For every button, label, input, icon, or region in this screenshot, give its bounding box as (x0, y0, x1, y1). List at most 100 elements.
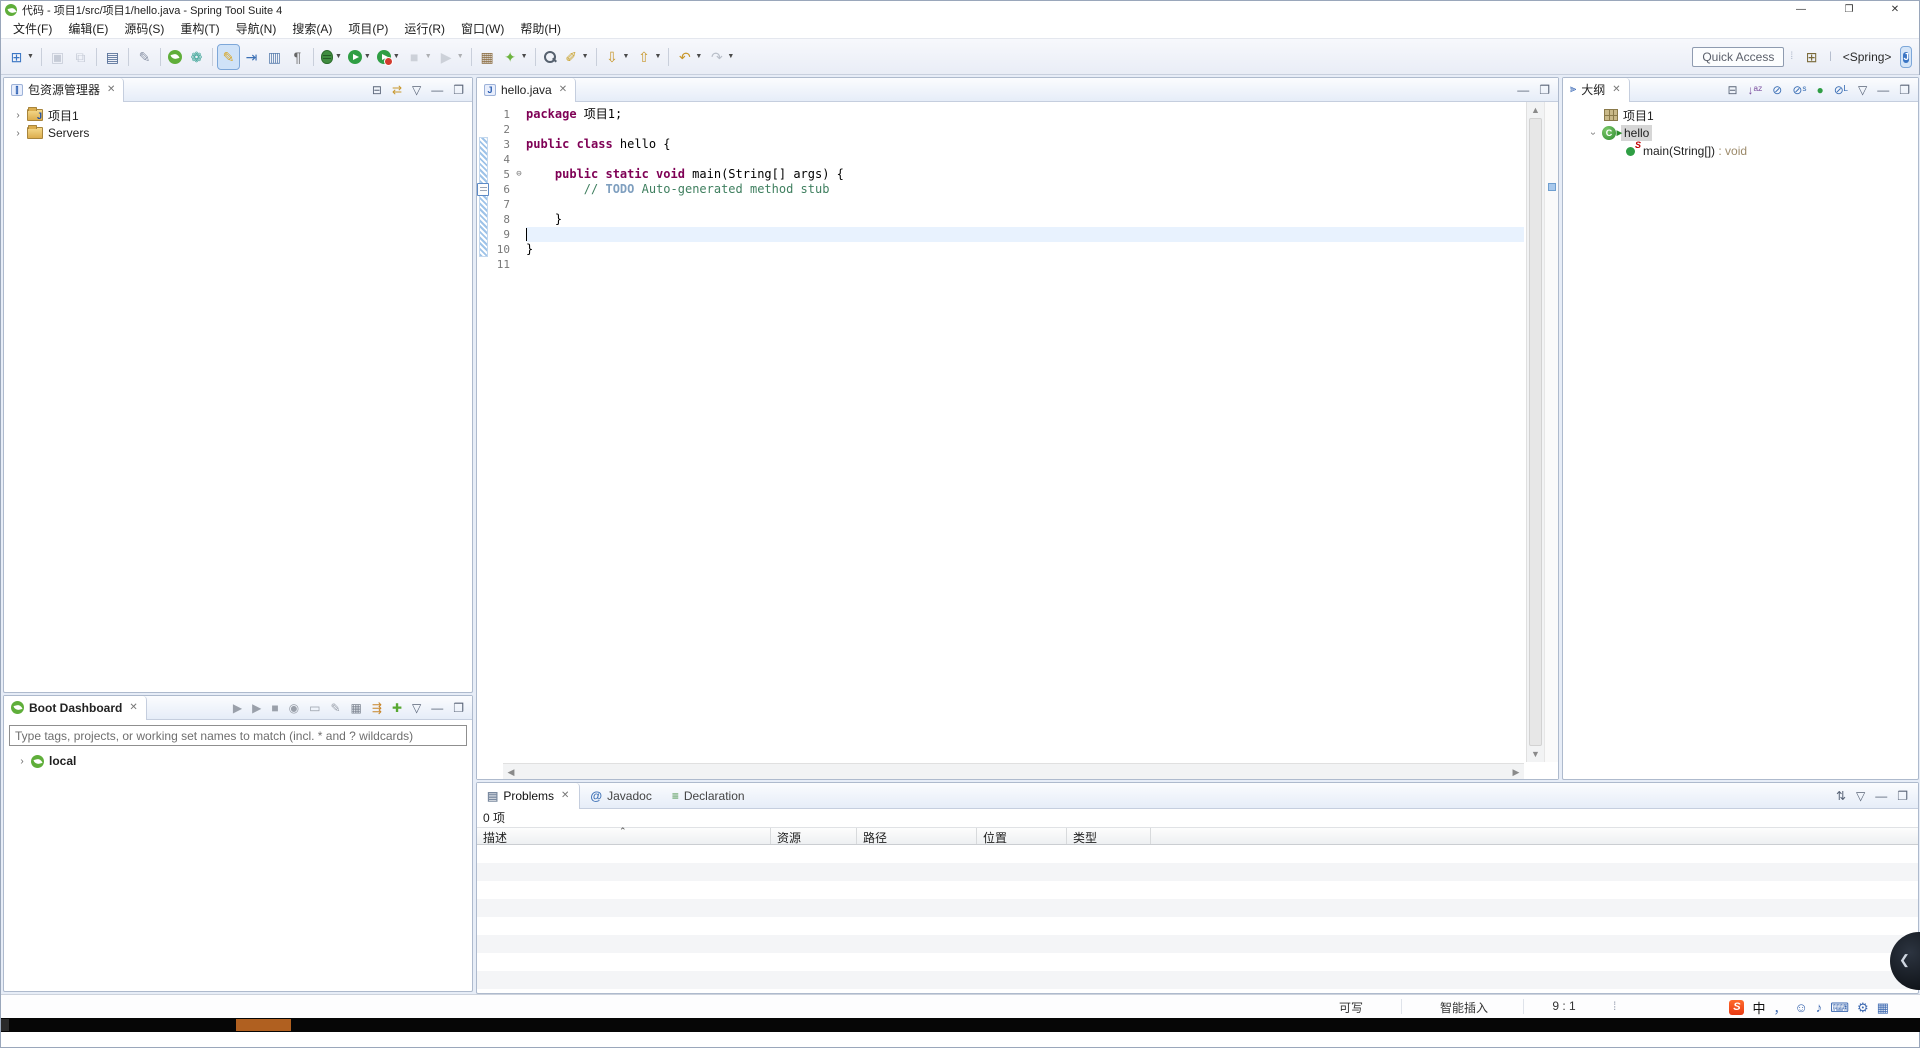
boot-devtools-button[interactable]: ❁ (186, 45, 207, 69)
table-row[interactable] (477, 917, 1918, 935)
code-line-3[interactable]: 3public class hello { (477, 137, 1524, 152)
sort-icon[interactable]: ↓ᵃᶻ (1748, 83, 1763, 97)
open-declaration-button[interactable]: ⇥ (241, 45, 262, 69)
dropdown-caret-icon[interactable]: ▼ (27, 53, 34, 60)
close-window-button[interactable]: ✕ (1873, 1, 1917, 19)
column-header-位置[interactable]: 位置 (977, 828, 1067, 844)
relaunch-button[interactable]: ▶▼ (436, 45, 466, 69)
code-line-9[interactable]: 9 (477, 227, 1524, 242)
close-icon[interactable]: ✕ (1612, 84, 1620, 95)
dropdown-caret-icon[interactable]: ▼ (393, 53, 400, 60)
search-button[interactable]: ✐▼ (561, 45, 591, 69)
column-header-路径[interactable]: 路径 (857, 828, 977, 844)
code-line-2[interactable]: 2 (477, 122, 1524, 137)
open-console-button[interactable]: ▭ (309, 701, 320, 715)
code-line-5[interactable]: 5⊖ public static void main(String[] args… (477, 167, 1524, 182)
tab-javadoc[interactable]: @Javadoc (580, 783, 661, 809)
dropdown-caret-icon[interactable]: ▼ (521, 53, 528, 60)
toolbox-icon[interactable]: ⚙ (1857, 1000, 1869, 1016)
scroll-up-icon[interactable]: ▲ (1527, 102, 1544, 118)
dropdown-caret-icon[interactable]: ▼ (457, 53, 464, 60)
horizontal-scrollbar[interactable]: ◀ ▶ (503, 763, 1524, 779)
tab-boot-dashboard[interactable]: Boot Dashboard ✕ (4, 696, 147, 720)
run-button[interactable]: ▼ (346, 45, 373, 69)
close-icon[interactable]: ✕ (107, 84, 115, 95)
show-whitespace-button[interactable]: ¶ (287, 45, 308, 69)
scrollbar-thumb[interactable] (1529, 118, 1542, 746)
dropdown-caret-icon[interactable]: ▼ (425, 53, 432, 60)
new-java-project-button[interactable]: ▦ (477, 45, 498, 69)
code-line-4[interactable]: 4 (477, 152, 1524, 167)
dropdown-caret-icon[interactable]: ▼ (364, 53, 371, 60)
tree-item-项目1[interactable]: ›J项目1 (4, 106, 472, 124)
table-row[interactable] (477, 953, 1918, 971)
table-row[interactable] (477, 863, 1918, 881)
tree-item-Servers[interactable]: ›Servers (4, 124, 472, 142)
dropdown-caret-icon[interactable]: ▼ (695, 53, 702, 60)
table-row[interactable] (477, 845, 1918, 863)
view-menu-icon[interactable]: ▽ (412, 701, 421, 715)
templates-button[interactable]: ▥ (264, 45, 285, 69)
minimize-icon[interactable]: — (1517, 83, 1529, 97)
minimize-icon[interactable]: — (1875, 789, 1887, 803)
view-menu-icon[interactable]: ▽ (1856, 789, 1865, 803)
chevron-right-icon[interactable]: › (10, 110, 26, 121)
tab-outline[interactable]: ⫸ 大纲 ✕ (1563, 78, 1630, 102)
menu-item-10[interactable]: 帮助(H) (512, 18, 569, 39)
code-line-1[interactable]: 1package 项目1; (477, 107, 1524, 122)
minimize-icon[interactable]: — (431, 83, 443, 97)
code-line-10[interactable]: 10} (477, 242, 1524, 257)
maximize-icon[interactable]: ❐ (1899, 83, 1910, 97)
task-marker-icon[interactable] (477, 183, 489, 196)
last-edit-location-button[interactable]: ⇩▼ (602, 45, 632, 69)
debug-button[interactable]: ▼ (319, 45, 344, 69)
vertical-scrollbar[interactable]: ▲ ▼ (1526, 102, 1544, 762)
voice-icon[interactable]: ♪ (1816, 1000, 1823, 1015)
spring-starter-button[interactable]: ✦▼ (500, 45, 530, 69)
maximize-icon[interactable]: ❐ (453, 701, 464, 715)
stop-button[interactable]: ■▼ (404, 45, 434, 69)
code-line-8[interactable]: 8 } (477, 212, 1524, 227)
table-row[interactable] (477, 935, 1918, 953)
save-all-button[interactable]: ⧉ (70, 45, 91, 69)
dropdown-caret-icon[interactable]: ▼ (335, 53, 342, 60)
coverage-button[interactable]: ▼ (375, 45, 402, 69)
redebug-button[interactable]: ◉ (289, 701, 299, 715)
forward-button[interactable]: ↷▼ (706, 45, 736, 69)
maximize-icon[interactable]: ❐ (453, 83, 464, 97)
collapse-all-icon[interactable]: ⊟ (372, 83, 382, 97)
focus-icon[interactable]: ⇅ (1836, 789, 1846, 803)
menu-item-7[interactable]: 项目(P) (340, 18, 396, 39)
tags-button[interactable]: ⇶ (372, 701, 382, 715)
open-type-button[interactable] (541, 45, 559, 69)
close-icon[interactable]: ✕ (559, 84, 567, 95)
hide-local-types-icon[interactable]: ⊘ᴸ (1834, 83, 1848, 97)
table-row[interactable] (477, 971, 1918, 989)
tab-problems[interactable]: ▤Problems✕ (477, 783, 580, 809)
properties-button[interactable]: ▦ (351, 701, 362, 715)
punctuation-icon[interactable]: ， (1773, 998, 1786, 1017)
maximize-window-button[interactable]: ❐ (1827, 1, 1871, 19)
collapse-all-icon[interactable]: ⊟ (1727, 83, 1737, 97)
soft-keyboard-icon[interactable]: ⌨ (1830, 1000, 1849, 1016)
taskbar-app-segment[interactable] (236, 1019, 291, 1031)
skin-icon[interactable]: ▦ (1877, 1000, 1889, 1016)
minimize-icon[interactable]: — (1877, 83, 1889, 97)
close-icon[interactable]: ✕ (561, 790, 569, 801)
code-editor[interactable]: 1package 项目1;23public class hello {45⊖ p… (477, 102, 1558, 779)
open-perspective-button[interactable]: ⊞ (1801, 45, 1822, 69)
start-button[interactable]: ▶ (233, 701, 242, 715)
view-menu-icon[interactable]: ▽ (412, 83, 421, 97)
tab-package-explorer[interactable]: ⫿ 包资源管理器 ✕ (4, 78, 124, 102)
back-button[interactable]: ↶▼ (674, 45, 704, 69)
boot-dashboard-filter-input[interactable] (9, 725, 467, 746)
emoji-icon[interactable]: ☺ (1795, 1000, 1808, 1015)
spring-boot-button[interactable] (166, 45, 184, 69)
save-button[interactable]: ▣ (47, 45, 68, 69)
menu-item-3[interactable]: 源码(S) (116, 18, 172, 39)
perspective-spring-label[interactable]: <Spring> (1839, 50, 1896, 64)
outline-item-package[interactable]: 项目1 (1563, 106, 1918, 124)
fold-marker-icon[interactable]: ⊖ (512, 167, 526, 182)
chevron-expanded-icon[interactable]: › (1588, 125, 1599, 141)
column-header-资源[interactable]: 资源 (771, 828, 857, 844)
